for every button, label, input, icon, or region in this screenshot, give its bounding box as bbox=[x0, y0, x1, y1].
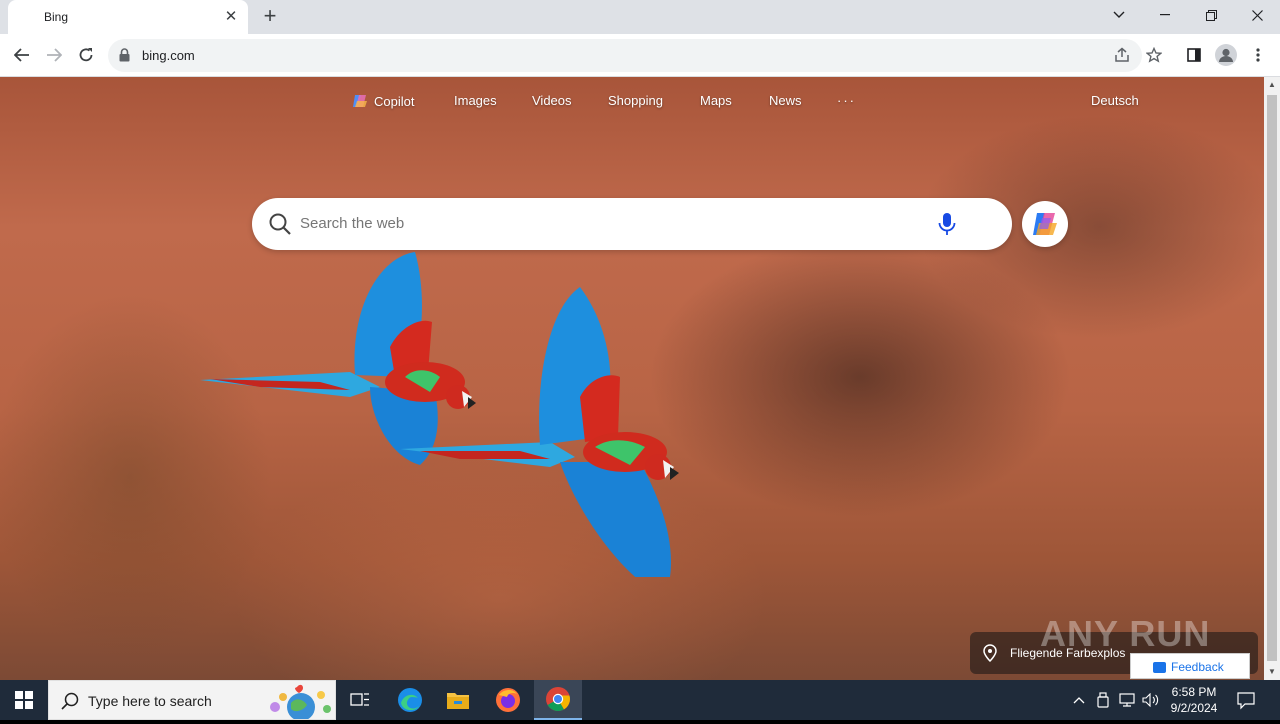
nav-copilot[interactable]: Copilot bbox=[352, 93, 414, 109]
nav-shopping[interactable]: Shopping bbox=[608, 93, 663, 108]
side-panel-icon[interactable] bbox=[1180, 41, 1208, 69]
chevron-down-icon[interactable] bbox=[1096, 0, 1142, 30]
close-icon[interactable]: ✕ bbox=[222, 8, 240, 26]
profile-icon[interactable] bbox=[1212, 41, 1240, 69]
copilot-button[interactable] bbox=[1022, 201, 1068, 247]
search-icon bbox=[61, 692, 79, 715]
close-icon[interactable] bbox=[1234, 0, 1280, 30]
tab-strip: Bing ✕ + bbox=[0, 0, 1280, 34]
minimize-icon[interactable] bbox=[1142, 0, 1188, 30]
search-highlight-icon bbox=[263, 683, 333, 724]
bing-homepage: Copilot Images Videos Shopping Maps News… bbox=[0, 77, 1264, 680]
language-switch[interactable]: Deutsch bbox=[1091, 93, 1139, 108]
reload-icon[interactable] bbox=[72, 41, 100, 69]
system-clock[interactable]: 6:58 PM 9/2/2024 bbox=[1164, 684, 1224, 716]
search-icon bbox=[268, 212, 292, 241]
chrome-icon[interactable] bbox=[534, 680, 582, 720]
volume-icon[interactable] bbox=[1142, 691, 1160, 709]
share-icon[interactable] bbox=[1108, 41, 1136, 69]
microphone-icon[interactable] bbox=[936, 212, 958, 241]
taskbar-search-input[interactable]: Type here to search bbox=[88, 693, 212, 709]
task-view-icon[interactable] bbox=[336, 680, 384, 720]
scroll-down-icon[interactable]: ▼ bbox=[1268, 668, 1276, 676]
search-input[interactable]: Search the web bbox=[300, 215, 404, 232]
location-pin-icon bbox=[983, 644, 997, 667]
nav-more[interactable]: ··· bbox=[837, 93, 856, 108]
copilot-icon bbox=[1033, 213, 1057, 235]
nav-images[interactable]: Images bbox=[454, 93, 497, 108]
feedback-label: Feedback bbox=[1171, 660, 1224, 674]
nav-maps[interactable]: Maps bbox=[700, 93, 732, 108]
network-icon[interactable] bbox=[1118, 691, 1136, 709]
scroll-up-icon[interactable]: ▲ bbox=[1268, 81, 1276, 89]
lock-icon[interactable] bbox=[119, 48, 130, 67]
windows-taskbar: Type here to search 6:58 PM 9/2/2024 bbox=[0, 680, 1280, 721]
windows-start-icon[interactable] bbox=[0, 680, 48, 720]
url-text: bing.com bbox=[142, 48, 195, 63]
nav-videos[interactable]: Videos bbox=[532, 93, 572, 108]
bing-top-nav: Copilot Images Videos Shopping Maps News… bbox=[0, 93, 1264, 113]
scroll-thumb[interactable] bbox=[1267, 95, 1277, 661]
notification-icon[interactable] bbox=[1236, 690, 1256, 715]
star-icon[interactable] bbox=[1140, 41, 1168, 69]
feedback-icon bbox=[1153, 662, 1166, 673]
usb-icon[interactable] bbox=[1094, 691, 1112, 709]
nav-copilot-label: Copilot bbox=[374, 94, 415, 109]
feedback-button[interactable]: Feedback bbox=[1130, 653, 1250, 679]
anyrun-watermark: ANY RUN bbox=[1040, 613, 1211, 654]
restore-icon[interactable] bbox=[1188, 0, 1234, 30]
firefox-icon[interactable] bbox=[484, 680, 532, 720]
page-scrollbar[interactable]: ▲ ▼ bbox=[1264, 77, 1280, 680]
chevron-up-icon[interactable] bbox=[1070, 691, 1088, 709]
copilot-icon bbox=[353, 95, 367, 107]
clock-time: 6:58 PM bbox=[1171, 685, 1217, 699]
taskbar-search[interactable]: Type here to search bbox=[48, 680, 336, 721]
address-bar[interactable]: bing.com bbox=[108, 39, 1142, 72]
search-box[interactable]: Search the web bbox=[252, 198, 1012, 250]
edge-icon[interactable] bbox=[386, 680, 434, 720]
plus-icon[interactable]: + bbox=[258, 5, 282, 29]
menu-icon[interactable] bbox=[1244, 41, 1272, 69]
clock-date: 9/2/2024 bbox=[1170, 701, 1218, 715]
back-icon[interactable] bbox=[8, 41, 36, 69]
tab-bing[interactable]: Bing ✕ bbox=[8, 0, 248, 34]
browser-toolbar: bing.com bbox=[0, 34, 1280, 77]
tab-title: Bing bbox=[44, 10, 69, 24]
macaws-photo bbox=[200, 252, 679, 577]
file-explorer-icon[interactable] bbox=[434, 680, 482, 720]
forward-icon[interactable] bbox=[40, 41, 68, 69]
nav-news[interactable]: News bbox=[769, 93, 802, 108]
